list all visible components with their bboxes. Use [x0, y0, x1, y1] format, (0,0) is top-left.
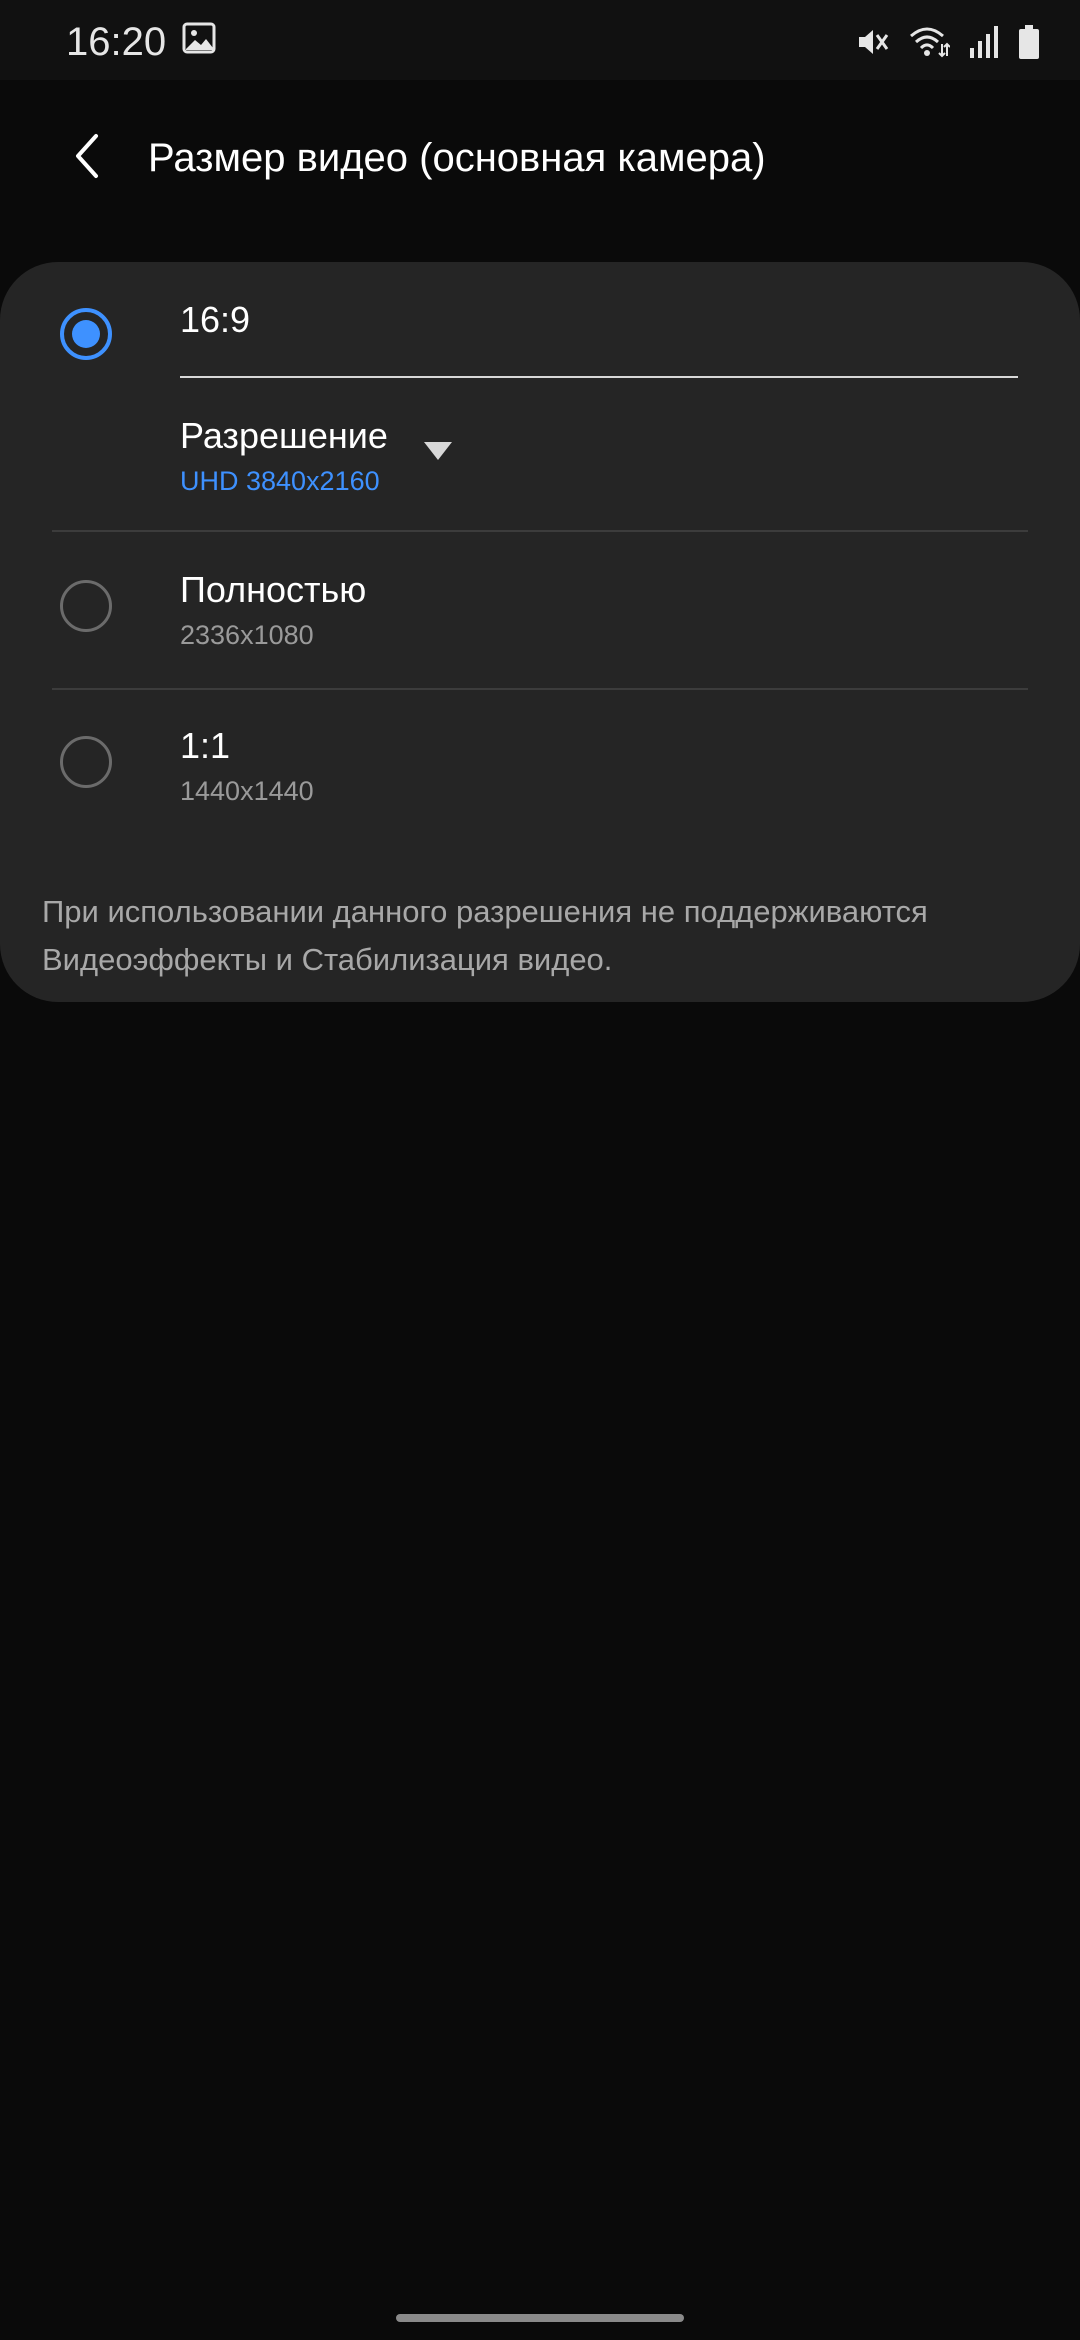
status-time: 16:20: [66, 20, 167, 64]
option-title-full: Полностью: [180, 569, 367, 610]
info-note: При использовании данного разрешения не …: [42, 894, 928, 977]
home-indicator[interactable]: [396, 2314, 684, 2322]
gallery-icon: [182, 22, 216, 54]
mute-icon: [859, 30, 889, 54]
resolution-label: Разрешение: [180, 415, 388, 456]
option-title-1-1: 1:1: [180, 725, 231, 766]
option-sub-1-1: 1440x1440: [180, 776, 314, 806]
screen: 16:20 Размер видео (основная камера) 16:…: [0, 0, 1080, 2340]
divider: [52, 530, 1028, 532]
option-title-16-9: 16:9: [180, 299, 251, 340]
back-arrow-icon: [76, 134, 98, 178]
options-card: 16:9 Разрешение UHD 3840x2160 Полностью …: [0, 262, 1080, 1002]
page-title: Размер видео (основная камера): [148, 136, 766, 180]
back-button[interactable]: [52, 120, 124, 192]
resolution-value: UHD 3840x2160: [180, 466, 380, 496]
wifi-icon: [910, 27, 950, 58]
radio-1-1[interactable]: [60, 736, 112, 788]
divider: [52, 688, 1028, 690]
battery-icon: [1019, 25, 1039, 59]
status-bar: 16:20: [0, 0, 1080, 80]
signal-icon: [970, 26, 998, 58]
option-16-9-underline: [180, 376, 1018, 378]
option-sub-full: 2336x1080: [180, 620, 314, 650]
dropdown-arrow-icon: [424, 442, 452, 460]
header: Размер видео (основная камера): [0, 80, 1080, 240]
radio-16-9[interactable]: [60, 308, 112, 360]
radio-full[interactable]: [60, 580, 112, 632]
status-icons: [856, 20, 1040, 64]
